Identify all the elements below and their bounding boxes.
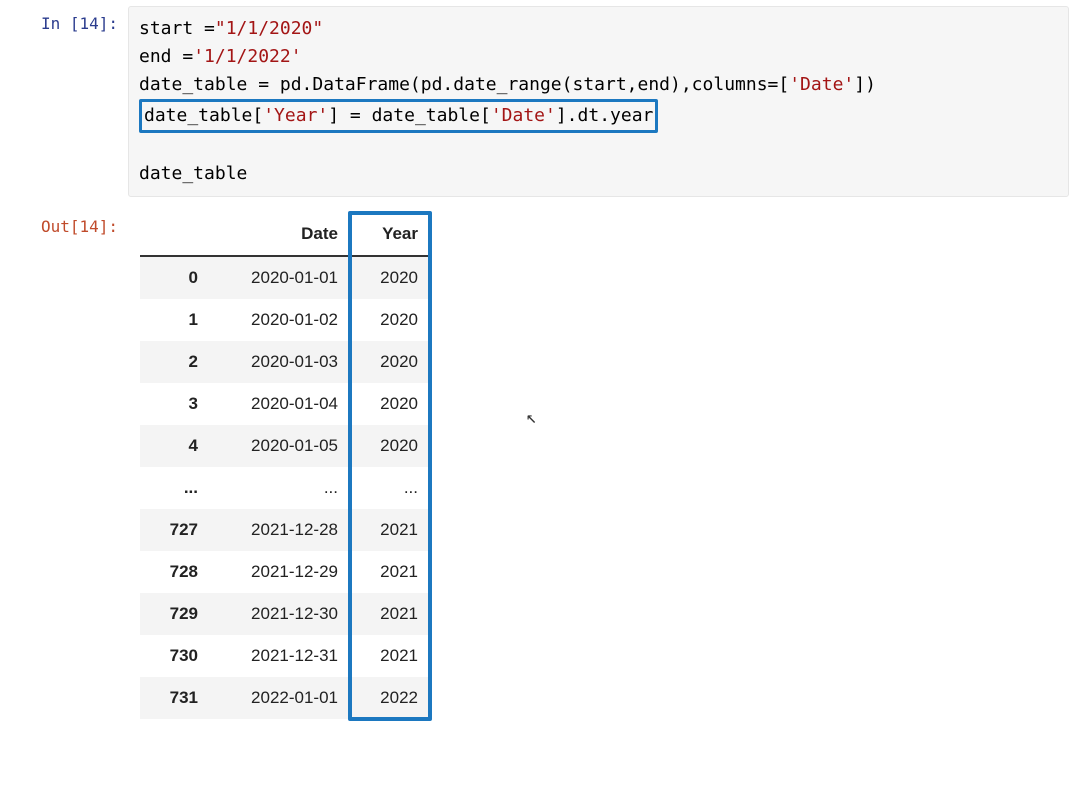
- in-prompt: In [14]:: [0, 6, 128, 33]
- row-index: 3: [140, 383, 210, 425]
- row-index: 1: [140, 299, 210, 341]
- cell-date: 2022-01-01: [210, 677, 350, 719]
- table-row: 32020-01-042020: [140, 383, 430, 425]
- table-row: 7282021-12-292021: [140, 551, 430, 593]
- cell-date: 2021-12-29: [210, 551, 350, 593]
- cell-date: 2020-01-03: [210, 341, 350, 383]
- table-row: 7302021-12-312021: [140, 635, 430, 677]
- code-line-3: date_table = pd.DataFrame(pd.date_range(…: [139, 74, 876, 95]
- row-index: 728: [140, 551, 210, 593]
- dataframe-table: Date Year 02020-01-01202012020-01-022020…: [140, 213, 430, 719]
- table-row: 7272021-12-282021: [140, 509, 430, 551]
- code-line-1: start ="1/1/2020": [139, 18, 323, 39]
- row-index: 0: [140, 256, 210, 299]
- table-row: 22020-01-032020: [140, 341, 430, 383]
- cell-year: 2020: [350, 256, 430, 299]
- cell-year: 2021: [350, 635, 430, 677]
- cell-date: 2020-01-01: [210, 256, 350, 299]
- table-row: 7312022-01-012022: [140, 677, 430, 719]
- table-row: .........: [140, 467, 430, 509]
- table-row: 12020-01-022020: [140, 299, 430, 341]
- row-index: 2: [140, 341, 210, 383]
- cell-date: ...: [210, 467, 350, 509]
- cell-year: 2020: [350, 341, 430, 383]
- cell-year: 2020: [350, 299, 430, 341]
- cell-date: 2020-01-02: [210, 299, 350, 341]
- cell-year: 2021: [350, 593, 430, 635]
- table-row: 02020-01-012020: [140, 256, 430, 299]
- row-index: 731: [140, 677, 210, 719]
- code-line-5: date_table: [139, 163, 247, 184]
- code-input[interactable]: start ="1/1/2020" end ='1/1/2022' date_t…: [128, 6, 1069, 197]
- cell-date: 2020-01-05: [210, 425, 350, 467]
- column-header-date: Date: [210, 213, 350, 256]
- highlighted-code-line: date_table['Year'] = date_table['Date'].…: [139, 99, 658, 133]
- row-index: 4: [140, 425, 210, 467]
- cell-date: 2020-01-04: [210, 383, 350, 425]
- input-cell: In [14]: start ="1/1/2020" end ='1/1/202…: [0, 0, 1069, 197]
- output-cell: Out[14]: Date Year 02020-01-01202012020-…: [0, 203, 1069, 719]
- row-index: 730: [140, 635, 210, 677]
- index-header: [140, 213, 210, 256]
- cell-date: 2021-12-30: [210, 593, 350, 635]
- output-area: Date Year 02020-01-01202012020-01-022020…: [128, 209, 430, 719]
- table-row: 42020-01-052020: [140, 425, 430, 467]
- cell-date: 2021-12-28: [210, 509, 350, 551]
- cell-year: 2021: [350, 509, 430, 551]
- row-index: ...: [140, 467, 210, 509]
- table-row: 7292021-12-302021: [140, 593, 430, 635]
- cell-year: 2020: [350, 383, 430, 425]
- cell-year: 2022: [350, 677, 430, 719]
- column-header-year: Year: [350, 213, 430, 256]
- cell-year: ...: [350, 467, 430, 509]
- out-prompt: Out[14]:: [0, 209, 128, 236]
- row-index: 727: [140, 509, 210, 551]
- cell-year: 2021: [350, 551, 430, 593]
- cursor-icon: ↖: [526, 407, 537, 428]
- cell-year: 2020: [350, 425, 430, 467]
- cell-date: 2021-12-31: [210, 635, 350, 677]
- code-line-2: end ='1/1/2022': [139, 46, 302, 67]
- row-index: 729: [140, 593, 210, 635]
